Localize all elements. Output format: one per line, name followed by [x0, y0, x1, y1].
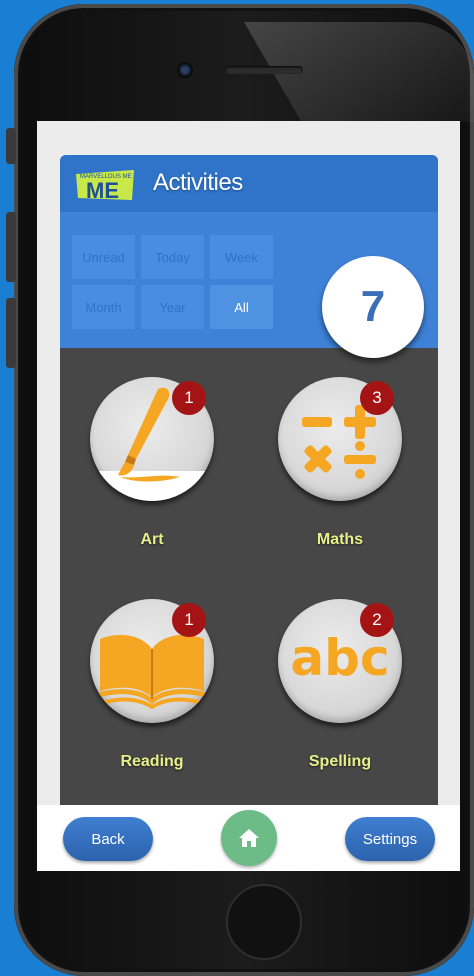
filter-year[interactable]: Year: [141, 285, 204, 329]
volume-down-button[interactable]: [6, 298, 16, 368]
activity-label: Reading: [120, 753, 184, 770]
notification-badge: 1: [172, 381, 206, 415]
camera-icon: [177, 62, 193, 78]
activity-label: Spelling: [308, 753, 372, 770]
filter-today[interactable]: Today: [141, 235, 204, 279]
page-title: Activities: [153, 169, 243, 196]
volume-up-button[interactable]: [6, 212, 16, 282]
mute-switch[interactable]: [6, 128, 16, 164]
activity-reading[interactable]: 1 Reading: [72, 599, 232, 771]
svg-text:abc: abc: [290, 629, 389, 687]
svg-text:ME: ME: [86, 178, 119, 202]
activities-panel: MARVELLOUS ME ME Activities Unread Today…: [60, 155, 438, 835]
app-header: MARVELLOUS ME ME Activities: [60, 155, 438, 213]
notification-badge: 2: [360, 603, 394, 637]
notification-badge: 1: [172, 603, 206, 637]
filter-bar: Unread Today Week Month Year All 7: [60, 213, 438, 358]
settings-button[interactable]: Settings: [345, 817, 435, 861]
filter-month[interactable]: Month: [72, 285, 135, 329]
filter-week[interactable]: Week: [210, 235, 273, 279]
bottom-bar: Back Settings: [37, 805, 460, 871]
hardware-home-button[interactable]: [226, 884, 302, 960]
activity-spelling[interactable]: abc 2 Spelling: [260, 599, 420, 771]
home-button[interactable]: [221, 810, 277, 866]
activity-label: Art: [140, 531, 164, 548]
activity-art[interactable]: 1 Art: [72, 377, 232, 549]
home-icon: [239, 829, 259, 847]
filter-all[interactable]: All: [210, 285, 273, 329]
back-button[interactable]: Back: [63, 817, 153, 861]
notification-badge: 3: [360, 381, 394, 415]
activity-label: Maths: [316, 531, 364, 548]
marvellous-me-logo: MARVELLOUS ME ME: [76, 170, 134, 202]
activity-count: 7: [322, 256, 424, 358]
activity-maths[interactable]: 3 Maths: [260, 377, 420, 549]
screen: MARVELLOUS ME ME Activities Unread Today…: [37, 121, 460, 871]
filter-unread[interactable]: Unread: [72, 235, 135, 279]
speaker-grille: [225, 66, 303, 74]
